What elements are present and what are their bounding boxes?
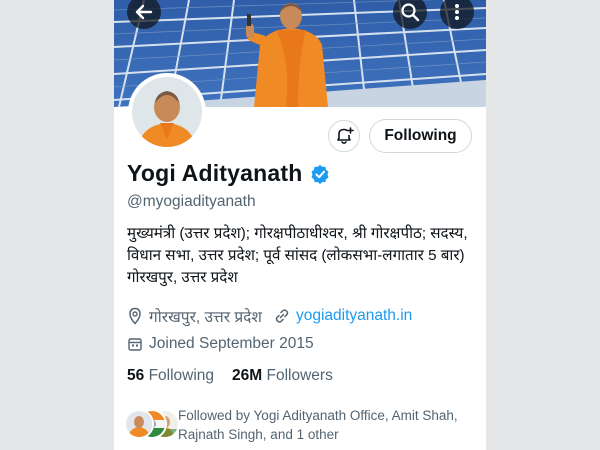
- followed-by-avatars: [124, 409, 180, 439]
- following-label: Following: [148, 367, 215, 384]
- followed-by-line: Followed by Yogi Adityanath Office, Amit…: [178, 408, 458, 423]
- more-vertical-icon: [455, 4, 459, 20]
- following-button[interactable]: Following: [369, 119, 472, 153]
- banner-person-image: [246, 3, 328, 107]
- verified-badge-icon: [310, 164, 329, 184]
- profile-name-row: Yogi Adityanath: [127, 160, 330, 187]
- location-pin-icon: [129, 307, 141, 325]
- followed-by-text: Followed by Yogi Adityanath Office, Amit…: [178, 406, 458, 444]
- link-icon: [275, 309, 289, 323]
- search-icon: [401, 3, 420, 22]
- avatar-photo: [126, 411, 152, 437]
- profile-name: Yogi Adityanath: [127, 160, 303, 186]
- bio-line: विधान सभा, उत्तर प्रदेश; पूर्व सांसद (लो…: [127, 247, 465, 264]
- arrow-left-icon: [135, 4, 153, 20]
- followers-label: Followers: [266, 367, 333, 384]
- profile-handle: @myogiadityanath: [127, 193, 256, 210]
- mini-avatar: [124, 409, 154, 439]
- follow-stats: 56 Following 26M Followers: [127, 367, 351, 385]
- location-website-row: गोरखपुर, उत्तर प्रदेश yogiadityanath.in: [127, 305, 412, 327]
- profile-website-link[interactable]: yogiadityanath.in: [296, 307, 412, 325]
- followed-by-line: Rajnath Singh, and 1 other: [178, 427, 339, 442]
- profile-avatar[interactable]: [128, 73, 206, 151]
- following-count: 56: [127, 367, 145, 384]
- followers-count: 26M: [232, 367, 263, 384]
- calendar-icon: [128, 338, 142, 351]
- avatar-photo: [132, 77, 202, 147]
- followers-stat-link[interactable]: 26M Followers: [232, 367, 333, 385]
- joined-row: Joined September 2015: [127, 335, 314, 353]
- bio-line: मुख्यमंत्री (उत्तर प्रदेश); गोरक्षपीठाधी…: [127, 225, 468, 242]
- profile-bio: मुख्यमंत्री (उत्तर प्रदेश); गोरक्षपीठाधी…: [127, 223, 472, 289]
- followed-by-row[interactable]: Followed by Yogi Adityanath Office, Amit…: [124, 406, 479, 444]
- bell-plus-icon: [337, 127, 354, 145]
- bio-line: गोरखपुर, उत्तर प्रदेश: [127, 269, 238, 286]
- profile-location: गोरखपुर, उत्तर प्रदेश: [149, 309, 262, 326]
- following-stat-link[interactable]: 56 Following: [127, 367, 214, 385]
- profile-joined-date: Joined September 2015: [149, 335, 314, 352]
- notifications-button[interactable]: [328, 120, 360, 152]
- profile-card: Following Yogi Adityanath @myogiadityana…: [114, 0, 486, 450]
